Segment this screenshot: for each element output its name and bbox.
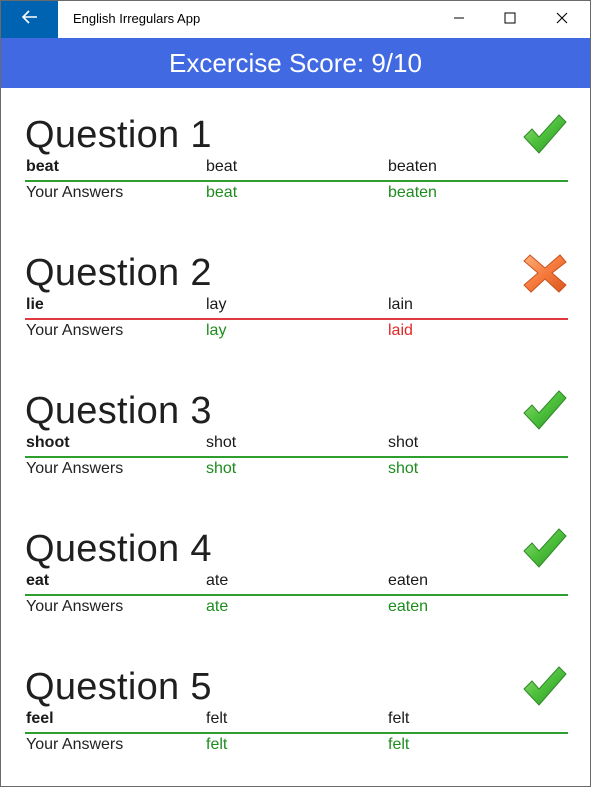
checkmark-icon [522, 389, 568, 433]
close-icon [556, 11, 568, 29]
past-participle: eaten [388, 572, 429, 589]
row-divider [25, 180, 568, 182]
question-card: Question 5 feel felt felt Your Answers felt fe… [25, 665, 568, 785]
close-button[interactable] [539, 1, 585, 38]
past-participle: shot [388, 434, 419, 451]
maximize-icon [504, 11, 516, 29]
answer-past-simple: ate [206, 598, 229, 615]
your-answers-row: Your Answers beat beaten [25, 184, 568, 204]
your-answers-row: Your Answers ate eaten [25, 598, 568, 618]
answer-past-simple: lay [206, 322, 227, 339]
your-answers-row: Your Answers lay laid [25, 322, 568, 342]
question-card: Question 3 shoot shot shot Your Answers shot s… [25, 389, 568, 509]
score-header: Excercise Score: 9/10 [1, 38, 590, 88]
past-simple: lay [206, 296, 227, 313]
your-answers-label: Your Answers [26, 460, 124, 477]
past-participle: beaten [388, 158, 437, 175]
checkmark-icon [522, 665, 568, 709]
your-answers-label: Your Answers [26, 598, 124, 615]
base-verb: lie [26, 296, 44, 313]
app-window: English Irregulars App Excercise Score: … [0, 0, 591, 787]
row-divider [25, 732, 568, 734]
your-answers-row: Your Answers felt felt [25, 736, 568, 756]
answer-past-participle: shot [388, 460, 419, 477]
minimize-icon [453, 11, 465, 29]
score-text: Excercise Score: 9/10 [169, 47, 422, 78]
past-participle: felt [388, 710, 410, 727]
answer-past-participle: beaten [388, 184, 437, 201]
your-answers-label: Your Answers [26, 322, 124, 339]
correct-forms-row: shoot shot shot [25, 434, 568, 454]
question-card: Question 1 beat beat beaten Your Answers beat… [25, 113, 568, 233]
arrow-left-icon [21, 10, 38, 29]
your-answers-row: Your Answers shot shot [25, 460, 568, 480]
correct-forms-row: lie lay lain [25, 296, 568, 316]
question-card: Question 4 eat ate eaten Your Answers ate eate… [25, 527, 568, 647]
answer-past-participle: felt [388, 736, 410, 753]
correct-forms-row: feel felt felt [25, 710, 568, 730]
answer-past-simple: shot [206, 460, 237, 477]
correct-forms-row: eat ate eaten [25, 572, 568, 592]
checkmark-icon [522, 113, 568, 157]
past-simple: ate [206, 572, 229, 589]
answer-past-participle: laid [388, 322, 413, 339]
correct-forms-row: beat beat beaten [25, 158, 568, 178]
past-simple: beat [206, 158, 238, 175]
row-divider [25, 456, 568, 458]
question-title: Question 5 [25, 666, 212, 708]
back-button[interactable] [1, 1, 58, 38]
maximize-button[interactable] [487, 1, 533, 38]
base-verb: shoot [26, 434, 70, 451]
answer-past-simple: felt [206, 736, 228, 753]
minimize-button[interactable] [436, 1, 482, 38]
title-bar: English Irregulars App [1, 1, 590, 38]
your-answers-label: Your Answers [26, 184, 124, 201]
base-verb: feel [26, 710, 54, 727]
answer-past-simple: beat [206, 184, 238, 201]
question-card: Question 2 lie lay lain Your Answers lay laid [25, 251, 568, 371]
row-divider [25, 318, 568, 320]
past-simple: shot [206, 434, 237, 451]
your-answers-label: Your Answers [26, 736, 124, 753]
base-verb: eat [26, 572, 50, 589]
question-title: Question 3 [25, 390, 212, 432]
cross-icon [522, 251, 568, 295]
question-title: Question 4 [25, 528, 212, 570]
past-simple: felt [206, 710, 228, 727]
base-verb: beat [26, 158, 59, 175]
past-participle: lain [388, 296, 413, 313]
answer-past-participle: eaten [388, 598, 429, 615]
question-title: Question 1 [25, 114, 212, 156]
row-divider [25, 594, 568, 596]
question-title: Question 2 [25, 252, 212, 294]
checkmark-icon [522, 527, 568, 571]
window-title: English Irregulars App [73, 11, 201, 26]
